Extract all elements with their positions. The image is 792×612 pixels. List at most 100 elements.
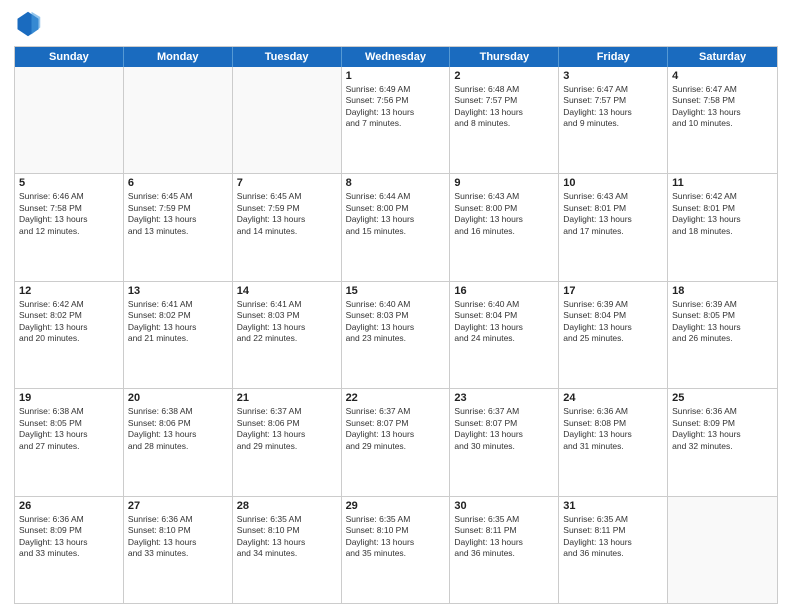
day-number: 17 [563,285,663,297]
day-info: Sunrise: 6:36 AM Sunset: 8:08 PM Dayligh… [563,406,663,452]
logo [14,10,46,38]
day-number: 30 [454,500,554,512]
header-day-saturday: Saturday [668,47,777,67]
day-info: Sunrise: 6:47 AM Sunset: 7:57 PM Dayligh… [563,84,663,130]
table-row: 3 Sunrise: 6:47 AM Sunset: 7:57 PM Daylig… [559,67,668,173]
day-info: Sunrise: 6:49 AM Sunset: 7:56 PM Dayligh… [346,84,446,130]
table-row: 8 Sunrise: 6:44 AM Sunset: 8:00 PM Daylig… [342,174,451,280]
day-number: 24 [563,392,663,404]
day-number: 7 [237,177,337,189]
header-day-tuesday: Tuesday [233,47,342,67]
day-number: 20 [128,392,228,404]
header-day-friday: Friday [559,47,668,67]
day-number: 31 [563,500,663,512]
week-row-1: 1 Sunrise: 6:49 AM Sunset: 7:56 PM Daylig… [15,67,777,173]
table-row: 2Sunrise: 6:48 AM Sunset: 7:57 PM Daylig… [450,67,559,173]
day-number: 25 [672,392,773,404]
page: SundayMondayTuesdayWednesdayThursdayFrid… [0,0,792,612]
table-row: 20 Sunrise: 6:38 AM Sunset: 8:06 PM Dayli… [124,389,233,495]
table-row: 15Sunrise: 6:40 AM Sunset: 8:03 PM Dayli… [342,282,451,388]
table-row: 11 Sunrise: 6:42 AM Sunset: 8:01 PM Dayli… [668,174,777,280]
week-row-5: 26 Sunrise: 6:36 AM Sunset: 8:09 PM Dayli… [15,496,777,603]
day-number: 13 [128,285,228,297]
day-info: Sunrise: 6:40 AM Sunset: 8:04 PM Dayligh… [454,299,554,345]
day-info: Sunrise: 6:41 AM Sunset: 8:02 PM Dayligh… [128,299,228,345]
table-row [668,497,777,603]
table-row: 5 Sunrise: 6:46 AM Sunset: 7:58 PM Daylig… [15,174,124,280]
day-info: Sunrise: 6:46 AM Sunset: 7:58 PM Dayligh… [19,191,119,237]
table-row: 19 Sunrise: 6:38 AM Sunset: 8:05 PM Dayli… [15,389,124,495]
table-row: 21Sunrise: 6:37 AM Sunset: 8:06 PM Dayli… [233,389,342,495]
day-number: 11 [672,177,773,189]
day-number: 10 [563,177,663,189]
table-row [15,67,124,173]
day-info: Sunrise: 6:45 AM Sunset: 7:59 PM Dayligh… [237,191,337,237]
header-day-monday: Monday [124,47,233,67]
day-number: 21 [237,392,337,404]
day-info: Sunrise: 6:44 AM Sunset: 8:00 PM Dayligh… [346,191,446,237]
day-info: Sunrise: 6:38 AM Sunset: 8:06 PM Dayligh… [128,406,228,452]
day-info: Sunrise: 6:47 AM Sunset: 7:58 PM Dayligh… [672,84,773,130]
day-info: Sunrise: 6:35 AM Sunset: 8:10 PM Dayligh… [237,514,337,560]
day-number: 12 [19,285,119,297]
table-row: 6 Sunrise: 6:45 AM Sunset: 7:59 PM Daylig… [124,174,233,280]
day-info: Sunrise: 6:43 AM Sunset: 8:01 PM Dayligh… [563,191,663,237]
header-day-sunday: Sunday [15,47,124,67]
day-info: Sunrise: 6:37 AM Sunset: 8:07 PM Dayligh… [346,406,446,452]
day-info: Sunrise: 6:42 AM Sunset: 8:01 PM Dayligh… [672,191,773,237]
table-row [233,67,342,173]
day-info: Sunrise: 6:36 AM Sunset: 8:09 PM Dayligh… [19,514,119,560]
day-number: 19 [19,392,119,404]
day-number: 23 [454,392,554,404]
table-row: 17 Sunrise: 6:39 AM Sunset: 8:04 PM Dayli… [559,282,668,388]
table-row: 12 Sunrise: 6:42 AM Sunset: 8:02 PM Dayli… [15,282,124,388]
day-number: 18 [672,285,773,297]
table-row: 13 Sunrise: 6:41 AM Sunset: 8:02 PM Dayli… [124,282,233,388]
calendar: SundayMondayTuesdayWednesdayThursdayFrid… [14,46,778,604]
week-row-3: 12 Sunrise: 6:42 AM Sunset: 8:02 PM Dayli… [15,281,777,388]
day-number: 2 [454,70,554,82]
table-row: 9 Sunrise: 6:43 AM Sunset: 8:00 PM Daylig… [450,174,559,280]
table-row: 29Sunrise: 6:35 AM Sunset: 8:10 PM Dayli… [342,497,451,603]
day-number: 8 [346,177,446,189]
table-row: 18 Sunrise: 6:39 AM Sunset: 8:05 PM Dayli… [668,282,777,388]
table-row: 28Sunrise: 6:35 AM Sunset: 8:10 PM Dayli… [233,497,342,603]
table-row: 30 Sunrise: 6:35 AM Sunset: 8:11 PM Dayli… [450,497,559,603]
day-number: 6 [128,177,228,189]
day-number: 14 [237,285,337,297]
day-info: Sunrise: 6:36 AM Sunset: 8:10 PM Dayligh… [128,514,228,560]
header [14,10,778,38]
day-number: 22 [346,392,446,404]
table-row: 31Sunrise: 6:35 AM Sunset: 8:11 PM Dayli… [559,497,668,603]
day-info: Sunrise: 6:38 AM Sunset: 8:05 PM Dayligh… [19,406,119,452]
header-day-thursday: Thursday [450,47,559,67]
week-row-2: 5 Sunrise: 6:46 AM Sunset: 7:58 PM Daylig… [15,173,777,280]
day-info: Sunrise: 6:37 AM Sunset: 8:07 PM Dayligh… [454,406,554,452]
day-info: Sunrise: 6:40 AM Sunset: 8:03 PM Dayligh… [346,299,446,345]
table-row: 24 Sunrise: 6:36 AM Sunset: 8:08 PM Dayli… [559,389,668,495]
day-info: Sunrise: 6:45 AM Sunset: 7:59 PM Dayligh… [128,191,228,237]
table-row: 22 Sunrise: 6:37 AM Sunset: 8:07 PM Dayli… [342,389,451,495]
table-row: 26 Sunrise: 6:36 AM Sunset: 8:09 PM Dayli… [15,497,124,603]
day-info: Sunrise: 6:39 AM Sunset: 8:04 PM Dayligh… [563,299,663,345]
table-row: 1 Sunrise: 6:49 AM Sunset: 7:56 PM Daylig… [342,67,451,173]
table-row: 23 Sunrise: 6:37 AM Sunset: 8:07 PM Dayli… [450,389,559,495]
table-row: 10 Sunrise: 6:43 AM Sunset: 8:01 PM Dayli… [559,174,668,280]
day-info: Sunrise: 6:35 AM Sunset: 8:11 PM Dayligh… [454,514,554,560]
day-info: Sunrise: 6:42 AM Sunset: 8:02 PM Dayligh… [19,299,119,345]
day-info: Sunrise: 6:36 AM Sunset: 8:09 PM Dayligh… [672,406,773,452]
table-row: 25 Sunrise: 6:36 AM Sunset: 8:09 PM Dayli… [668,389,777,495]
day-info: Sunrise: 6:35 AM Sunset: 8:10 PM Dayligh… [346,514,446,560]
week-row-4: 19 Sunrise: 6:38 AM Sunset: 8:05 PM Dayli… [15,388,777,495]
day-number: 26 [19,500,119,512]
day-number: 16 [454,285,554,297]
day-info: Sunrise: 6:43 AM Sunset: 8:00 PM Dayligh… [454,191,554,237]
logo-icon [14,10,42,38]
day-number: 9 [454,177,554,189]
day-info: Sunrise: 6:39 AM Sunset: 8:05 PM Dayligh… [672,299,773,345]
table-row: 16 Sunrise: 6:40 AM Sunset: 8:04 PM Dayli… [450,282,559,388]
day-number: 3 [563,70,663,82]
day-number: 27 [128,500,228,512]
day-number: 5 [19,177,119,189]
day-number: 1 [346,70,446,82]
